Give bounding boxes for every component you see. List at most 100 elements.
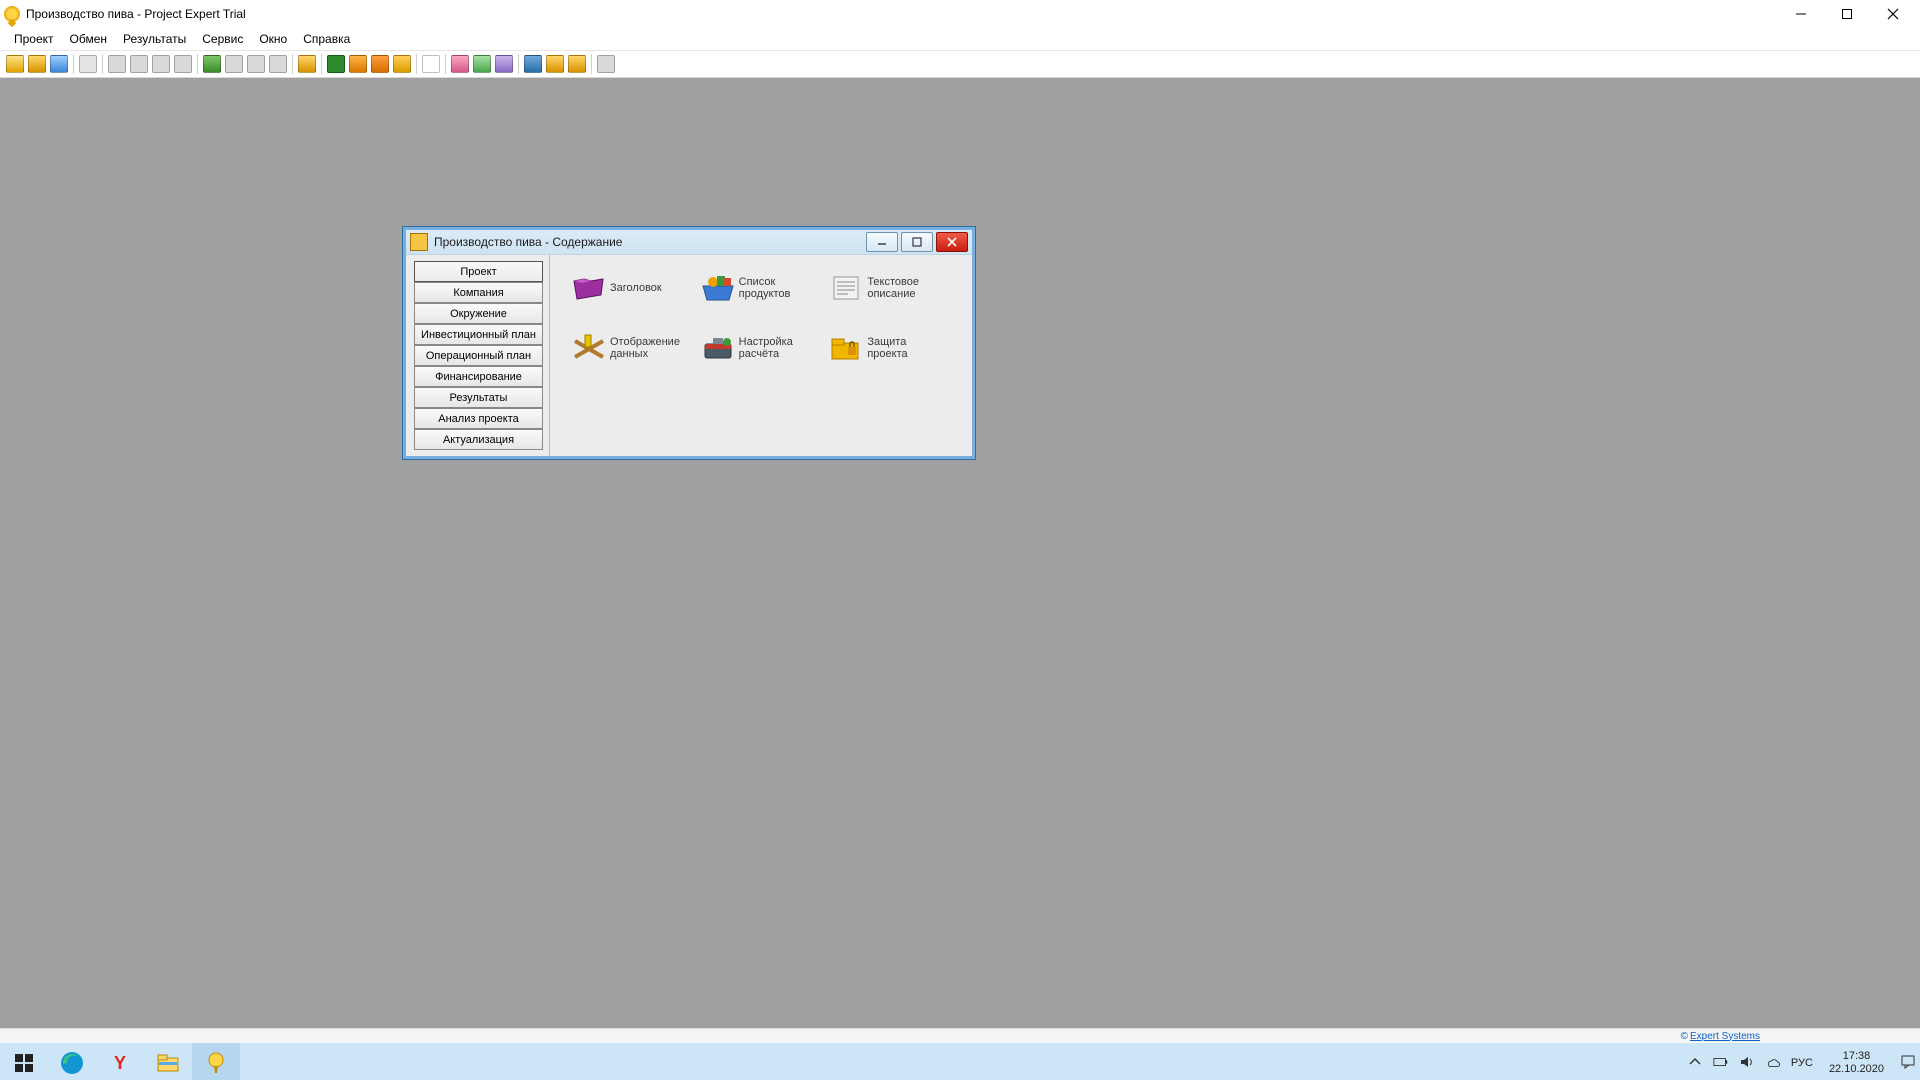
tile-label: Настройка расчёта (739, 336, 793, 360)
status-vendor-link[interactable]: Expert Systems (1690, 1031, 1760, 1042)
taskbar-yandex[interactable]: Y (96, 1043, 144, 1080)
lock-folder-icon (827, 331, 865, 365)
nav-project[interactable]: Проект (414, 261, 543, 282)
tb-print-icon[interactable] (106, 53, 128, 75)
tray-onedrive-icon[interactable] (1765, 1054, 1781, 1073)
nav-project-analysis[interactable]: Анализ проекта (414, 408, 543, 429)
nav-company[interactable]: Компания (414, 282, 543, 303)
tb-open-icon[interactable] (26, 53, 48, 75)
menu-results[interactable]: Результаты (115, 30, 194, 48)
contents-nav: Проект Компания Окружение Инвестиционный… (406, 255, 549, 456)
tb-flag1-icon[interactable] (522, 53, 544, 75)
window-title: Производство пива - Project Expert Trial (26, 7, 246, 21)
tb-chart1-icon[interactable] (201, 53, 223, 75)
nav-operational-plan[interactable]: Операционный план (414, 345, 543, 366)
nav-environment[interactable]: Окружение (414, 303, 543, 324)
tb-print4-icon[interactable] (172, 53, 194, 75)
contents-titlebar[interactable]: Производство пива - Содержание (406, 230, 972, 255)
tile-label: Список продуктов (739, 276, 791, 300)
tb-sep (416, 54, 417, 74)
taskbar: Y РУС 17:38 22.10.2020 (0, 1043, 1920, 1080)
toolbar (0, 50, 1920, 78)
tb-calc-icon[interactable] (296, 53, 318, 75)
contents-maximize-button[interactable] (901, 232, 933, 252)
tray-language[interactable]: РУС (1791, 1057, 1813, 1069)
tb-sep (518, 54, 519, 74)
tb-schema-icon[interactable] (77, 53, 99, 75)
tray-action-center-icon[interactable] (1900, 1054, 1916, 1073)
tray-time: 17:38 (1829, 1050, 1884, 1063)
tray-battery-icon[interactable] (1713, 1054, 1729, 1073)
nav-results[interactable]: Результаты (414, 387, 543, 408)
menu-help[interactable]: Справка (295, 30, 358, 48)
tb-sep (321, 54, 322, 74)
tile-products[interactable]: Список продуктов (699, 271, 818, 305)
tb-user3-icon[interactable] (493, 53, 515, 75)
app-icon (4, 6, 20, 22)
tb-new-icon[interactable] (4, 53, 26, 75)
tb-save-icon[interactable] (48, 53, 70, 75)
contents-title: Производство пива - Содержание (434, 235, 622, 249)
document-icon (827, 271, 865, 305)
svg-text:Y: Y (114, 1053, 126, 1073)
mdi-workspace: Производство пива - Содержание Проект Ко… (0, 78, 1920, 1028)
tb-print3-icon[interactable] (150, 53, 172, 75)
menu-window[interactable]: Окно (251, 30, 295, 48)
tile-calc-settings[interactable]: Настройка расчёта (699, 331, 818, 365)
tb-chart4-icon[interactable] (267, 53, 289, 75)
nav-actualization[interactable]: Актуализация (414, 429, 543, 450)
tray-clock[interactable]: 17:38 22.10.2020 (1823, 1050, 1890, 1076)
contents-minimize-button[interactable] (866, 232, 898, 252)
tb-print2-icon[interactable] (128, 53, 150, 75)
tb-find-icon[interactable] (420, 53, 442, 75)
contents-close-button[interactable] (936, 232, 968, 252)
window-controls (1778, 0, 1916, 28)
tile-project-protection[interactable]: Защита проекта (827, 331, 946, 365)
tb-chart3-icon[interactable] (245, 53, 267, 75)
maximize-button[interactable] (1824, 0, 1870, 28)
tb-cf-icon[interactable] (347, 53, 369, 75)
tile-text-description[interactable]: Текстовое описание (827, 271, 946, 305)
menu-exchange[interactable]: Обмен (62, 30, 116, 48)
toolbox-icon (699, 331, 737, 365)
tb-flag3-icon[interactable] (566, 53, 588, 75)
tb-bs-icon[interactable] (369, 53, 391, 75)
tile-data-display[interactable]: Отображение данных (570, 331, 689, 365)
taskbar-explorer[interactable] (144, 1043, 192, 1080)
tb-chart2-icon[interactable] (223, 53, 245, 75)
tb-sep (197, 54, 198, 74)
tb-sep (292, 54, 293, 74)
tile-label: Текстовое описание (867, 276, 919, 300)
tb-sep (445, 54, 446, 74)
contents-scrollbar[interactable] (958, 255, 972, 456)
statusbar: © Expert Systems (0, 1028, 1920, 1043)
tb-pl-icon[interactable] (325, 53, 347, 75)
tb-ratio-icon[interactable] (391, 53, 413, 75)
taskbar-project-expert[interactable] (192, 1043, 240, 1080)
tb-flag2-icon[interactable] (544, 53, 566, 75)
menu-service[interactable]: Сервис (194, 30, 251, 48)
folder-icon (570, 271, 608, 305)
contents-window: Производство пива - Содержание Проект Ко… (402, 226, 976, 460)
tray-overflow-icon[interactable] (1687, 1054, 1703, 1073)
status-copyright-icon: © (1681, 1031, 1688, 1042)
nav-investment-plan[interactable]: Инвестиционный план (414, 324, 543, 345)
system-tray: РУС 17:38 22.10.2020 (1687, 1043, 1920, 1080)
tray-date: 22.10.2020 (1829, 1063, 1884, 1076)
tb-sep (102, 54, 103, 74)
contents-panel: Заголовок Список продуктов (549, 255, 958, 456)
tb-sep (591, 54, 592, 74)
display-icon (570, 331, 608, 365)
tb-user2-icon[interactable] (471, 53, 493, 75)
tray-volume-icon[interactable] (1739, 1054, 1755, 1073)
titlebar: Производство пива - Project Expert Trial (0, 0, 1920, 28)
start-button[interactable] (0, 1043, 48, 1080)
menu-project[interactable]: Проект (6, 30, 62, 48)
tb-user1-icon[interactable] (449, 53, 471, 75)
tb-extra-icon[interactable] (595, 53, 617, 75)
close-button[interactable] (1870, 0, 1916, 28)
tile-title[interactable]: Заголовок (570, 271, 689, 305)
nav-financing[interactable]: Финансирование (414, 366, 543, 387)
minimize-button[interactable] (1778, 0, 1824, 28)
taskbar-edge[interactable] (48, 1043, 96, 1080)
